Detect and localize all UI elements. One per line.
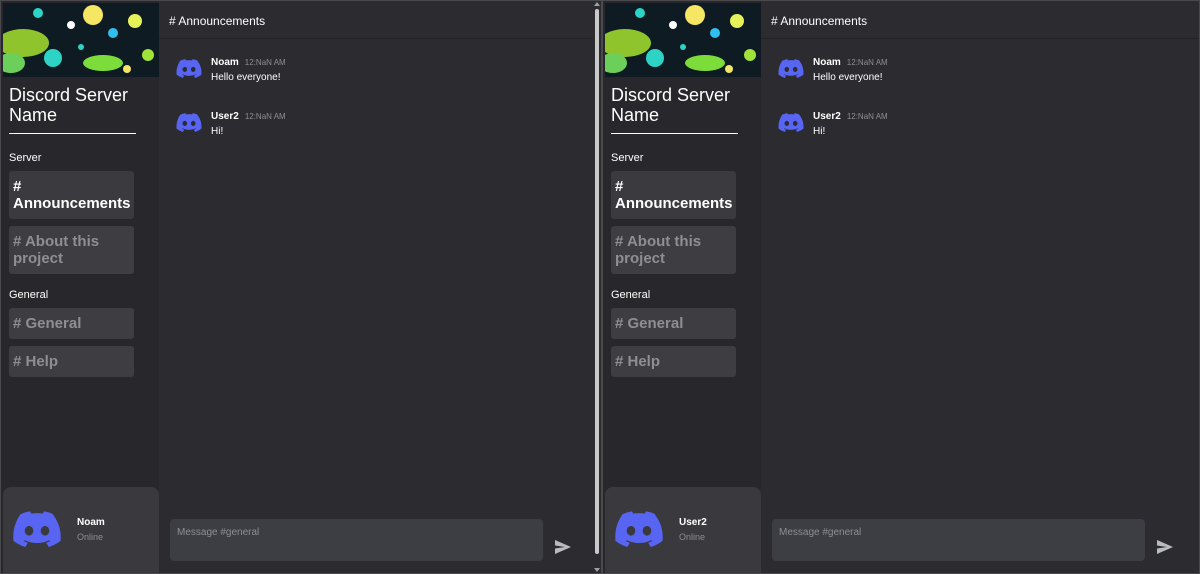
channel-header: # Announcements — [159, 1, 601, 39]
message-input[interactable] — [772, 519, 1145, 561]
scrollbar[interactable] — [593, 1, 601, 573]
send-arrow-icon[interactable] — [1157, 540, 1173, 554]
channel-help[interactable]: # Help — [9, 346, 134, 377]
client-pane-right: Discord Server Name Server # Announcemen… — [602, 0, 1200, 574]
message-author: User2 — [813, 111, 841, 122]
server-name: Discord Server Name — [611, 85, 738, 134]
channel-about-this-project[interactable]: # About this project — [611, 226, 736, 274]
message-input[interactable] — [170, 519, 543, 561]
chat-area: # Announcements Noam 12:NaN AM Hello ever… — [159, 1, 601, 573]
channel-announcements[interactable]: # Announcements — [9, 171, 134, 219]
user-status: Online — [679, 532, 706, 542]
message-item: Noam 12:NaN AM Hello everyone! — [761, 57, 1199, 111]
message-item: Noam 12:NaN AM Hello everyone! — [159, 57, 601, 111]
server-name: Discord Server Name — [9, 85, 136, 134]
message-text: Hi! — [211, 126, 224, 137]
discord-logo-icon — [13, 511, 61, 554]
channel-general[interactable]: # General — [9, 308, 134, 339]
message-list: Noam 12:NaN AM Hello everyone! User2 12:Na… — [159, 39, 601, 165]
section-label-general: General — [611, 289, 651, 301]
section-label-server: Server — [611, 152, 644, 164]
user-name: Noam — [77, 517, 105, 528]
channel-about-this-project[interactable]: # About this project — [9, 226, 134, 274]
message-author: User2 — [211, 111, 239, 122]
message-text: Hello everyone! — [813, 72, 883, 83]
user-panel: User2 Online — [605, 487, 761, 573]
message-timestamp: 12:NaN AM — [846, 58, 888, 67]
discord-logo-icon — [615, 511, 663, 554]
message-timestamp: 12:NaN AM — [244, 58, 286, 67]
server-sidebar: Discord Server Name Server # Announcemen… — [603, 1, 761, 573]
user-status: Online — [77, 532, 104, 542]
dual-client-view: Discord Server Name Server # Announcemen… — [0, 0, 1200, 574]
scroll-down-arrow-icon[interactable] — [594, 568, 600, 572]
send-arrow-icon[interactable] — [555, 540, 571, 554]
scroll-up-arrow-icon[interactable] — [594, 2, 600, 6]
chat-area: # Announcements Noam 12:NaN AM Hello ever… — [761, 1, 1199, 573]
user-panel: Noam Online — [3, 487, 159, 573]
scroll-thumb[interactable] — [595, 9, 599, 554]
message-text: Hello everyone! — [211, 72, 281, 83]
user-name: User2 — [679, 517, 707, 528]
discord-logo-icon — [778, 113, 804, 138]
discord-logo-icon — [176, 59, 202, 84]
channel-general[interactable]: # General — [611, 308, 736, 339]
channel-announcements[interactable]: # Announcements — [611, 171, 736, 219]
section-label-server: Server — [9, 152, 42, 164]
message-author: Noam — [211, 57, 239, 68]
client-pane-left: Discord Server Name Server # Announcemen… — [0, 0, 602, 574]
message-author: Noam — [813, 57, 841, 68]
section-label-general: General — [9, 289, 49, 301]
channel-help[interactable]: # Help — [611, 346, 736, 377]
server-banner-image — [3, 3, 159, 77]
message-item: User2 12:NaN AM Hi! — [159, 111, 601, 165]
server-banner-image — [605, 3, 761, 77]
server-sidebar: Discord Server Name Server # Announcemen… — [1, 1, 159, 573]
message-text: Hi! — [813, 126, 826, 137]
discord-logo-icon — [176, 113, 202, 138]
message-list: Noam 12:NaN AM Hello everyone! User2 12:Na… — [761, 39, 1199, 165]
channel-header: # Announcements — [761, 1, 1199, 39]
message-timestamp: 12:NaN AM — [846, 112, 888, 121]
discord-logo-icon — [778, 59, 804, 84]
message-item: User2 12:NaN AM Hi! — [761, 111, 1199, 165]
message-timestamp: 12:NaN AM — [244, 112, 286, 121]
